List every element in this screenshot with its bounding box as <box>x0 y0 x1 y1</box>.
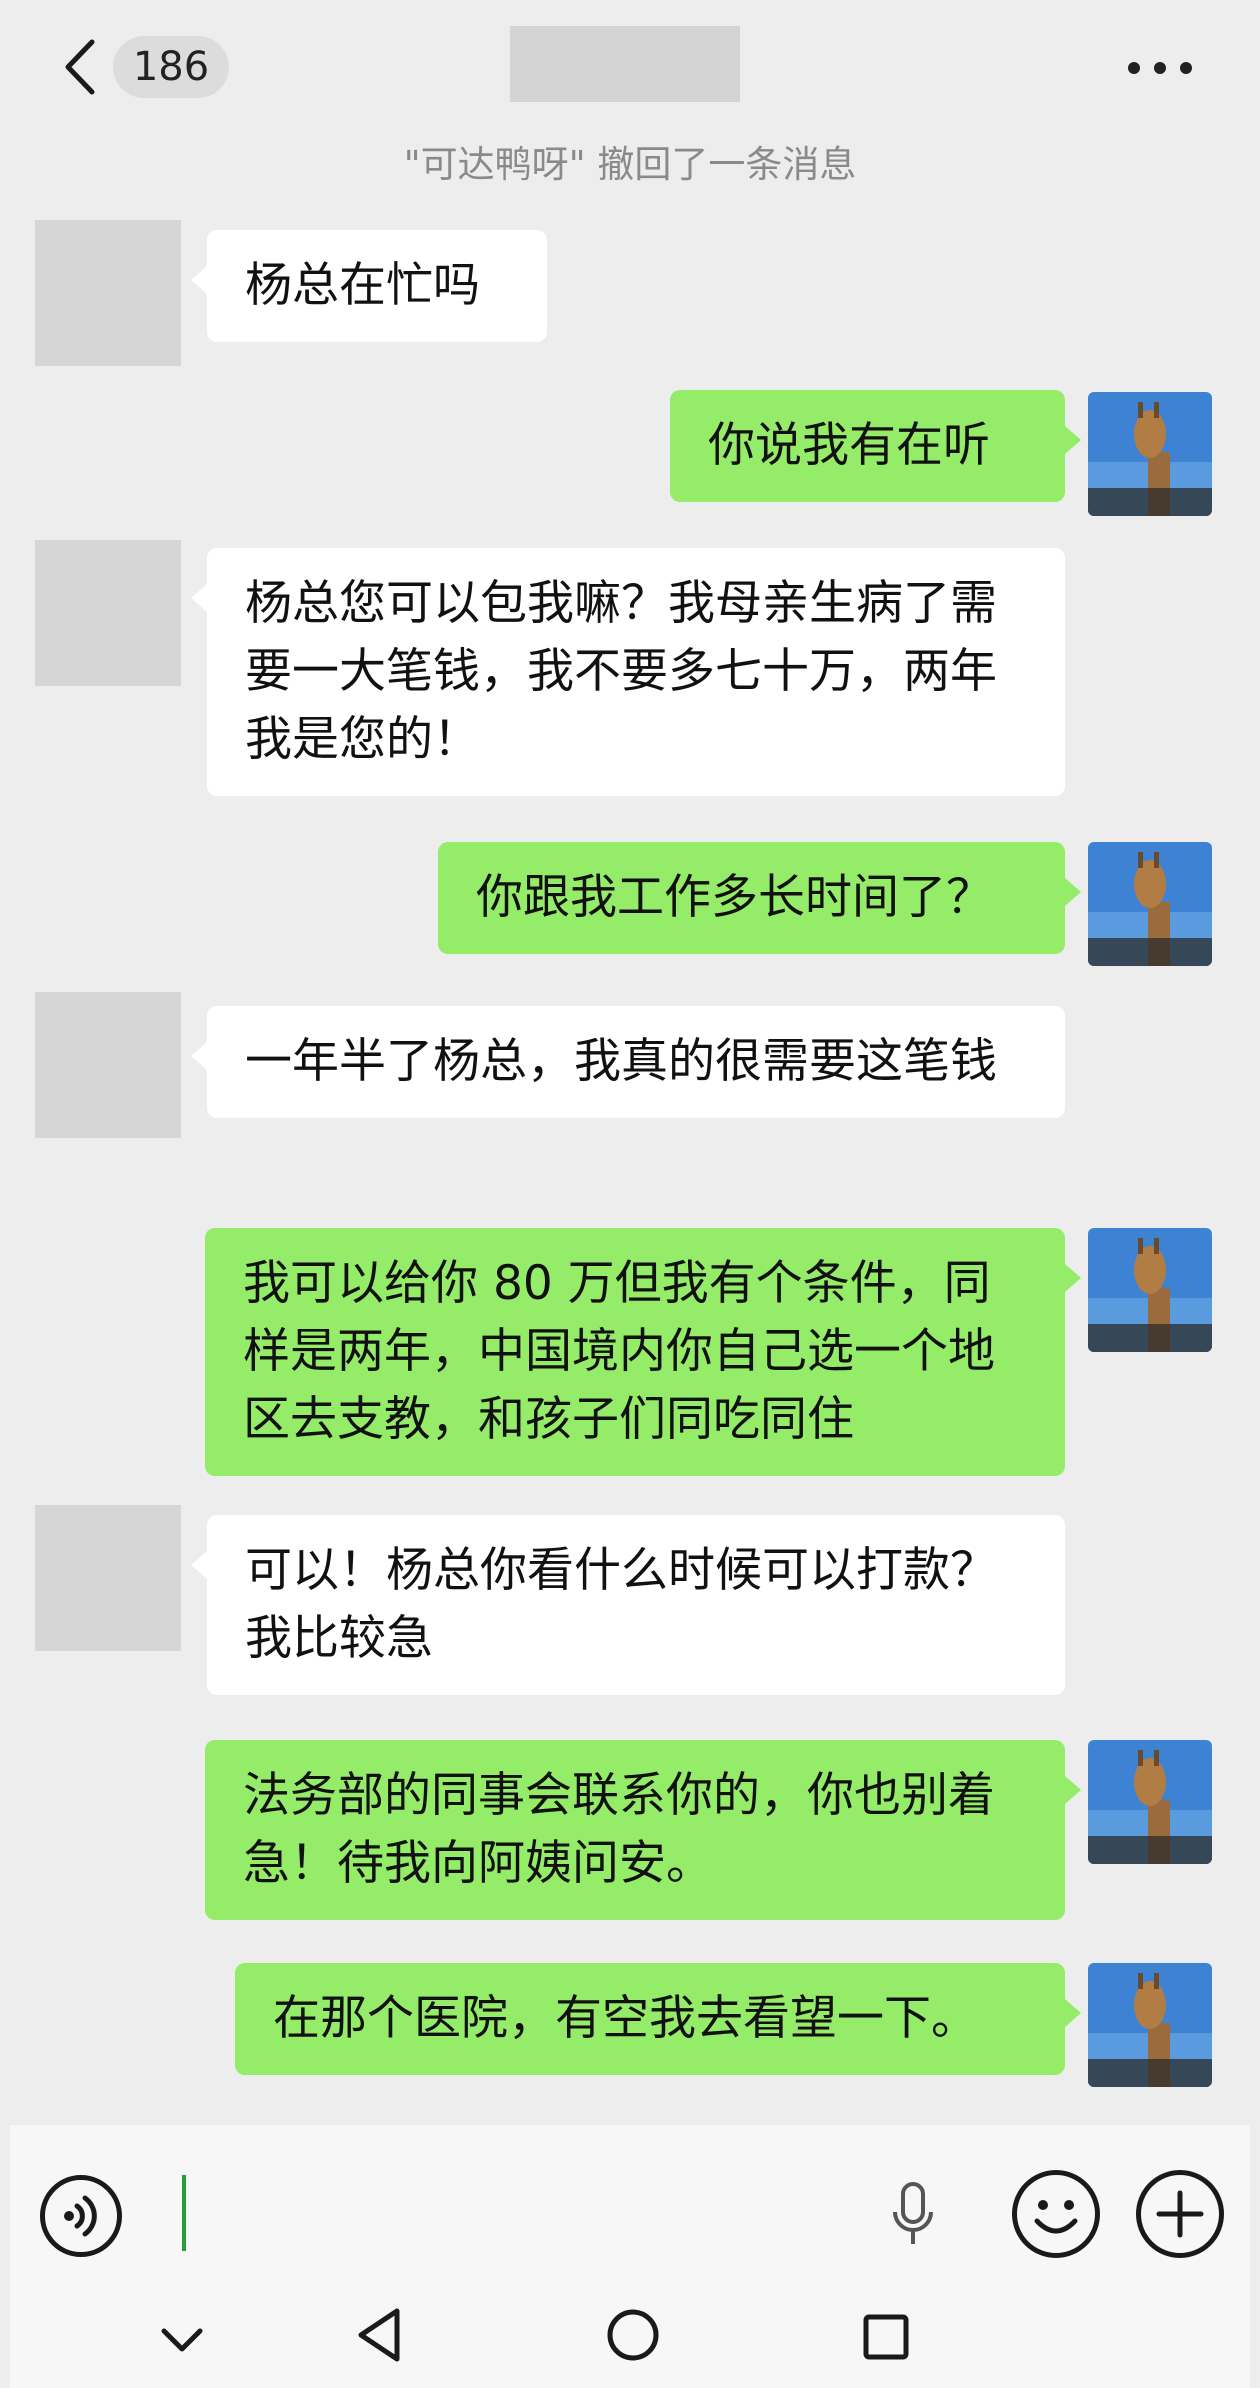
chevron-down-icon <box>161 2328 203 2352</box>
message-bubble-outgoing[interactable]: 法务部的同事会联系你的，你也别着急！待我向阿姨问安。 <box>205 1740 1081 1920</box>
message-bubble-incoming[interactable]: 杨总您可以包我嘛？我母亲生病了需要一大笔钱，我不要多七十万，两年我是您的！ <box>191 548 1065 796</box>
giraffe-avatar-icon <box>1088 1963 1212 2087</box>
nav-recents-button[interactable] <box>862 2313 910 2361</box>
chat-screen: 186 "可达鸭呀" 撤回了一条消息 杨总在忙吗 你说我有在听 杨总您可以包我嘛… <box>10 0 1250 2388</box>
mic-button[interactable] <box>890 2180 936 2252</box>
text-input-field[interactable] <box>160 2155 860 2265</box>
self-avatar[interactable] <box>1088 842 1212 966</box>
square-recents-icon <box>863 2314 909 2360</box>
text-cursor <box>182 2175 186 2251</box>
triangle-back-icon <box>358 2308 400 2362</box>
plus-icon <box>1156 2190 1204 2238</box>
chat-title-redacted <box>510 26 740 102</box>
mic-icon <box>893 2182 933 2244</box>
message-bubble-outgoing[interactable]: 你说我有在听 <box>670 390 1081 502</box>
contact-avatar[interactable] <box>35 220 181 366</box>
emoji-icon <box>1034 2200 1078 2234</box>
contact-avatar[interactable] <box>35 540 181 686</box>
unread-count-badge[interactable]: 186 <box>113 36 229 98</box>
back-button[interactable] <box>60 38 100 96</box>
message-bubble-outgoing[interactable]: 我可以给你 80 万但我有个条件，同样是两年，中国境内你自己选一个地区去支教，和… <box>205 1228 1081 1476</box>
message-bubble-incoming[interactable]: 一年半了杨总，我真的很需要这笔钱 <box>191 1006 1065 1118</box>
self-avatar[interactable] <box>1088 1228 1212 1352</box>
more-dot-icon <box>1154 62 1166 74</box>
giraffe-avatar-icon <box>1088 1740 1212 1864</box>
more-dot-icon <box>1128 62 1140 74</box>
message-bubble-incoming[interactable]: 可以！杨总你看什么时候可以打款？我比较急 <box>191 1515 1065 1695</box>
self-avatar[interactable] <box>1088 392 1212 516</box>
chevron-left-icon <box>65 39 95 95</box>
giraffe-avatar-icon <box>1088 842 1212 966</box>
emoji-button[interactable] <box>1012 2170 1100 2258</box>
circle-home-icon <box>607 2309 659 2361</box>
more-dot-icon <box>1180 62 1192 74</box>
message-input-bar <box>10 2125 1250 2295</box>
message-bubble-outgoing[interactable]: 在那个医院，有空我去看望一下。 <box>235 1963 1081 2075</box>
recall-notice: "可达鸭呀" 撤回了一条消息 <box>403 143 857 186</box>
nav-back-button[interactable] <box>355 2307 403 2363</box>
voice-toggle-button[interactable] <box>40 2175 122 2257</box>
nav-hide-keyboard-button[interactable] <box>160 2325 204 2355</box>
giraffe-avatar-icon <box>1088 1228 1212 1352</box>
nav-home-button[interactable] <box>605 2307 661 2363</box>
message-bubble-outgoing[interactable]: 你跟我工作多长时间了？ <box>438 842 1081 954</box>
message-bubble-incoming[interactable]: 杨总在忙吗 <box>191 230 547 342</box>
self-avatar[interactable] <box>1088 1963 1212 2087</box>
contact-avatar[interactable] <box>35 992 181 1138</box>
contact-avatar[interactable] <box>35 1505 181 1651</box>
more-options-button[interactable] <box>1126 50 1194 84</box>
giraffe-avatar-icon <box>1088 392 1212 516</box>
self-avatar[interactable] <box>1088 1740 1212 1864</box>
system-nav-bar <box>10 2295 1250 2388</box>
more-actions-button[interactable] <box>1136 2170 1224 2258</box>
chat-header: 186 <box>10 0 1250 130</box>
voice-icon <box>64 2195 97 2237</box>
